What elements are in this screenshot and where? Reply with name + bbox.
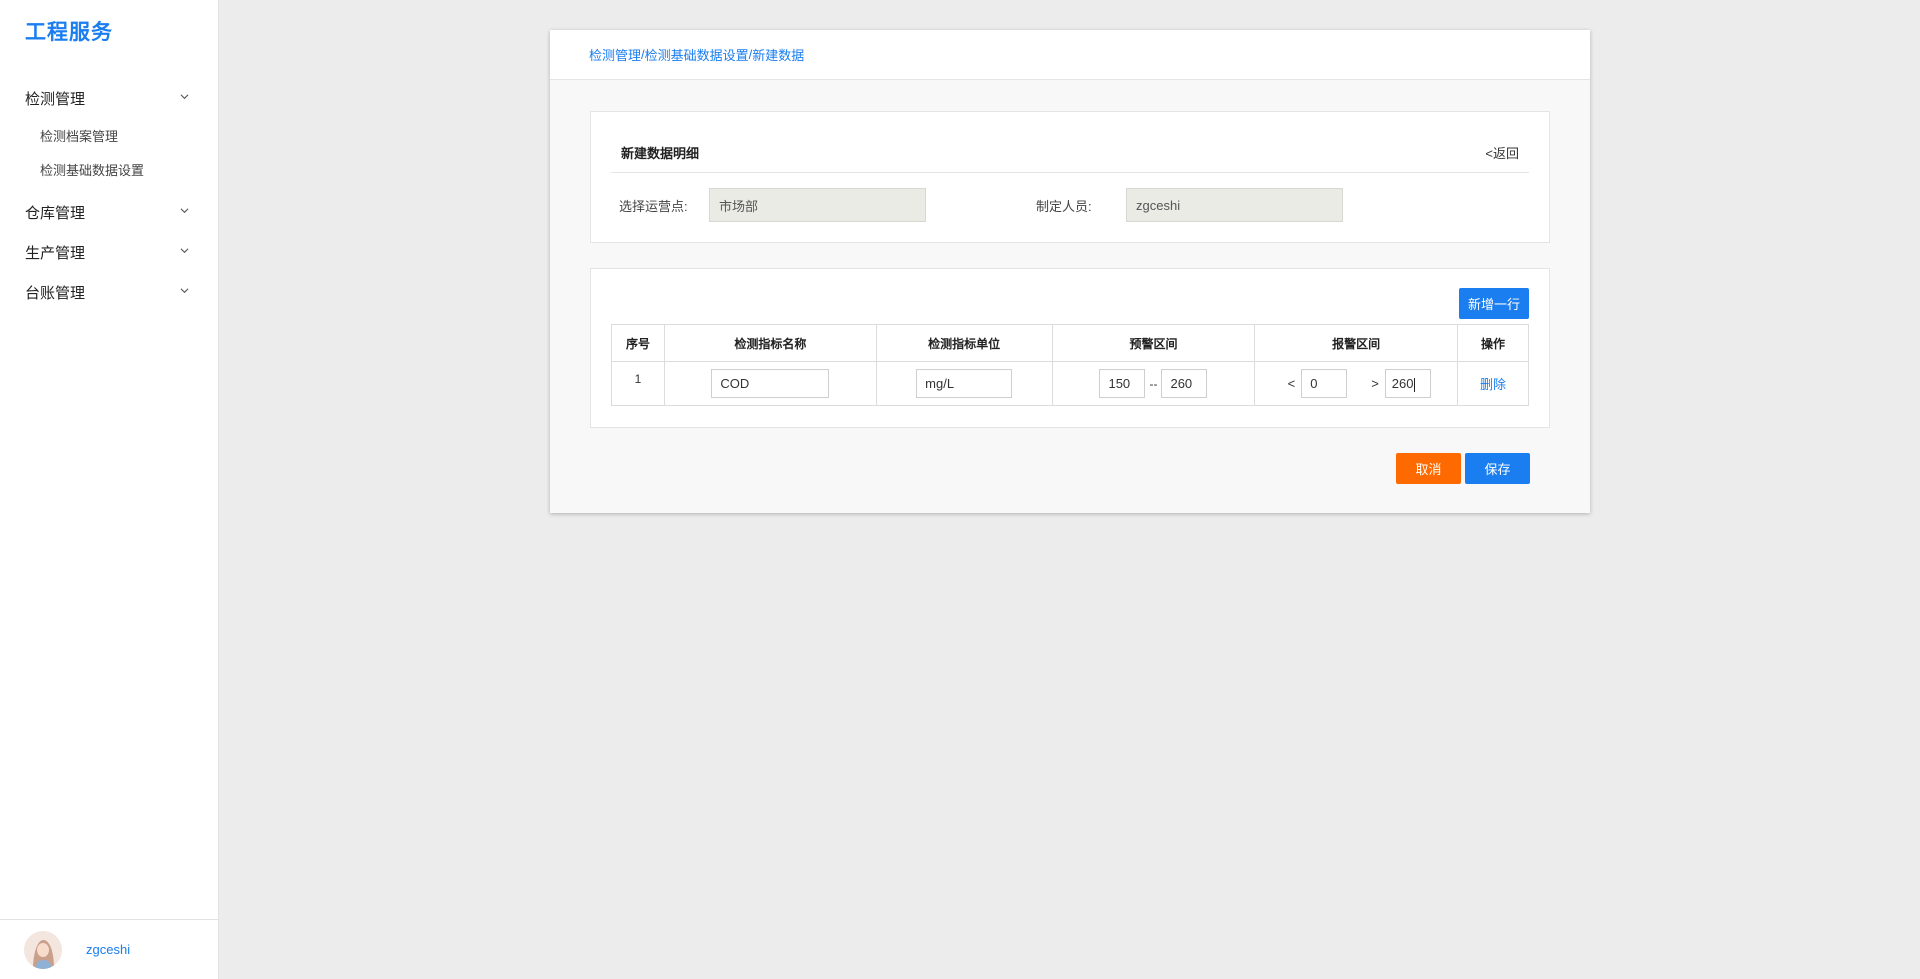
sidebar-item-label: 检测基础数据设置 — [40, 162, 145, 178]
breadcrumb: 检测管理 / 检测基础数据设置 / 新建数据 — [550, 30, 1590, 80]
warning-range-cell: 150 -- 260 — [1051, 361, 1256, 406]
username[interactable]: zgceshi — [86, 942, 130, 957]
text-caret — [1414, 377, 1416, 392]
indicator-panel: 新增一行 序号 检测指标名称 检测指标单位 预警区间 报警区间 操作 1 COD… — [590, 268, 1550, 428]
sidebar-menu: 检测管理 检测档案管理 检测基础数据设置 仓库管理 生产管理 台账管理 — [0, 78, 219, 312]
avatar[interactable] — [24, 930, 62, 969]
sidebar-group-label: 仓库管理 — [25, 204, 86, 222]
delete-row-link[interactable]: 删除 — [1480, 377, 1506, 392]
avatar-image — [24, 930, 62, 969]
save-button[interactable]: 保存 — [1465, 453, 1530, 484]
range-dash: -- — [1149, 376, 1158, 391]
detail-title: 新建数据明细 — [621, 145, 700, 161]
creator-label: 制定人员: — [1036, 199, 1092, 214]
app-title: 工程服务 — [25, 21, 113, 44]
sidebar-item-label: 检测档案管理 — [40, 128, 119, 144]
sidebar: 工程服务 检测管理 检测档案管理 检测基础数据设置 仓库管理 生产管理 台账管理 — [0, 0, 219, 979]
sidebar-group-label: 检测管理 — [25, 90, 86, 108]
chevron-down-icon — [180, 288, 189, 294]
indicator-name-input[interactable]: COD — [711, 369, 830, 398]
sidebar-group-ledger[interactable]: 台账管理 — [0, 272, 219, 312]
cancel-button[interactable]: 取消 — [1396, 453, 1461, 484]
chevron-down-icon — [180, 248, 189, 254]
sidebar-item-inspection-basedata[interactable]: 检测基础数据设置 — [0, 152, 219, 186]
creator-field[interactable]: zgceshi — [1126, 188, 1343, 222]
sidebar-group-label: 生产管理 — [25, 244, 86, 262]
column-header-index: 序号 — [611, 324, 665, 362]
sidebar-group-inspection[interactable]: 检测管理 — [0, 78, 219, 118]
sidebar-group-warehouse[interactable]: 仓库管理 — [0, 192, 219, 232]
site-label: 选择运营点: — [619, 199, 688, 214]
indicator-table: 序号 检测指标名称 检测指标单位 预警区间 报警区间 操作 1 COD mg/L — [611, 324, 1529, 406]
warning-max-input[interactable]: 260 — [1161, 369, 1208, 398]
sidebar-item-inspection-archive[interactable]: 检测档案管理 — [0, 118, 219, 152]
chevron-down-icon — [180, 94, 189, 100]
unit-cell: mg/L — [875, 361, 1053, 406]
sidebar-group-label: 台账管理 — [25, 284, 86, 302]
detail-header: 新建数据明细 <返回 — [611, 112, 1529, 173]
action-cell: 删除 — [1457, 361, 1529, 406]
greater-than-symbol: > — [1371, 376, 1379, 391]
less-than-symbol: < — [1287, 376, 1296, 391]
warning-min-input[interactable]: 150 — [1099, 369, 1146, 398]
column-header-alarm-range: 报警区间 — [1254, 324, 1459, 362]
column-header-actions: 操作 — [1457, 324, 1529, 362]
alarm-range-cell: <0 >260 — [1254, 361, 1459, 406]
sidebar-group-production[interactable]: 生产管理 — [0, 232, 219, 272]
chevron-down-icon — [180, 208, 189, 214]
detail-panel: 新建数据明细 <返回 选择运营点: 市场部 制定人员: zgceshi — [590, 111, 1550, 243]
table-row: 1 COD mg/L 150 -- 260 <0 >260 删除 — [611, 361, 1529, 406]
user-bar[interactable]: zgceshi — [0, 919, 219, 979]
breadcrumb-item-inspection[interactable]: 检测管理 — [589, 45, 641, 64]
column-header-name: 检测指标名称 — [663, 324, 877, 362]
back-link[interactable]: <返回 — [1485, 123, 1529, 162]
column-header-warning-range: 预警区间 — [1051, 324, 1256, 362]
name-cell: COD — [663, 361, 877, 406]
column-header-unit: 检测指标单位 — [875, 324, 1053, 362]
alarm-min-input[interactable]: 0 — [1301, 369, 1348, 398]
main-card: 检测管理 / 检测基础数据设置 / 新建数据 新建数据明细 <返回 选择运营点:… — [550, 30, 1590, 513]
breadcrumb-item-basedata[interactable]: 检测基础数据设置 — [645, 45, 749, 64]
indicator-unit-input[interactable]: mg/L — [916, 369, 1013, 398]
breadcrumb-item-new[interactable]: 新建数据 — [752, 45, 804, 64]
table-header-row: 序号 检测指标名称 检测指标单位 预警区间 报警区间 操作 — [611, 324, 1529, 362]
add-row-button[interactable]: 新增一行 — [1459, 288, 1529, 319]
site-field[interactable]: 市场部 — [709, 188, 926, 222]
alarm-max-value: 260 — [1391, 376, 1414, 391]
alarm-max-input[interactable]: 260 — [1384, 369, 1431, 398]
row-index: 1 — [611, 361, 665, 406]
